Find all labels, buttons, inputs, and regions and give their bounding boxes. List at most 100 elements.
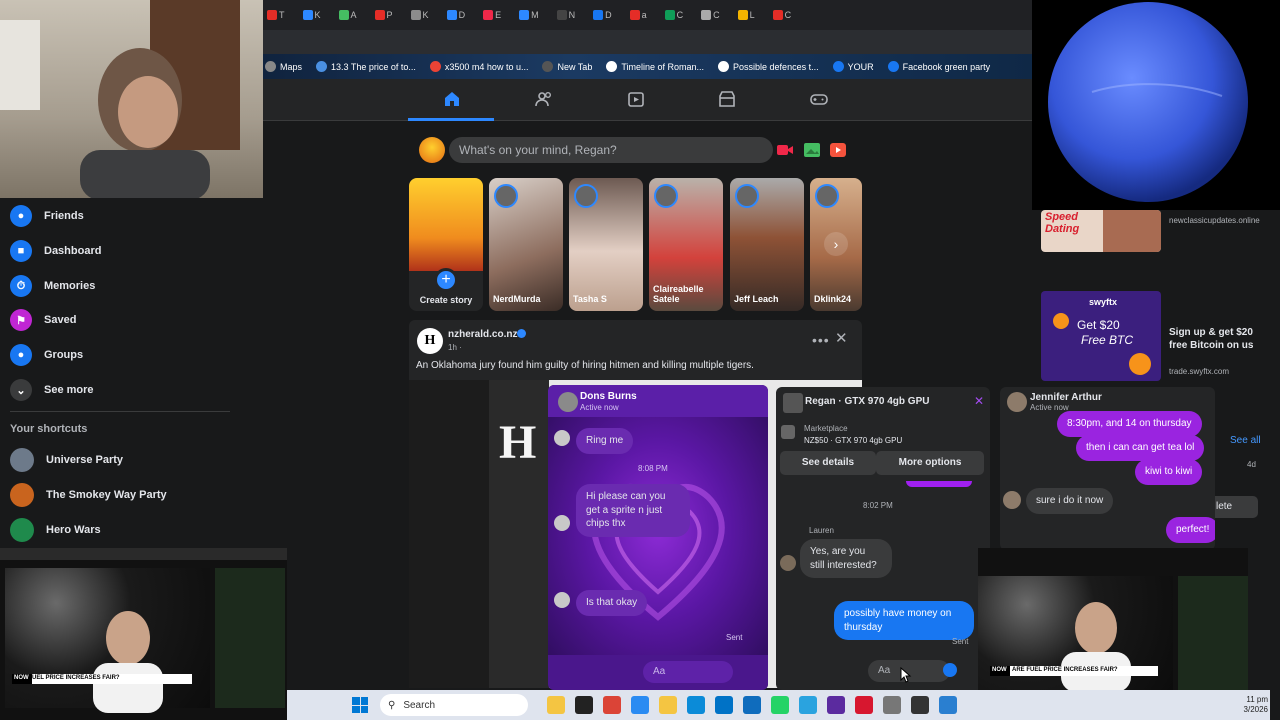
bookmark-item[interactable]: Facebook green party <box>887 61 990 72</box>
friends-nav-icon[interactable] <box>534 89 554 109</box>
bookmark-item[interactable]: YOUR <box>832 61 874 72</box>
ad1-domain[interactable]: newclassicupdates.online <box>1169 216 1264 226</box>
story-card[interactable]: Claireabelle Satele <box>649 178 723 311</box>
gaming-nav-icon[interactable] <box>809 89 829 109</box>
chat3-name[interactable]: Jennifer Arthur <box>1030 392 1102 403</box>
swyftx-ad-title[interactable]: Sign up & get $20 free Bitcoin on us <box>1169 326 1269 352</box>
story-avatar <box>815 184 839 208</box>
dons-burns-avatar[interactable] <box>558 392 578 412</box>
browser-tab[interactable]: K <box>410 10 443 20</box>
acrobat-icon[interactable] <box>855 696 873 714</box>
outlook-icon[interactable] <box>715 696 733 714</box>
bookmark-item[interactable]: Possible defences t... <box>718 61 819 72</box>
emoji-icon[interactable] <box>943 663 957 677</box>
bookmark-favicon-icon <box>429 61 441 72</box>
tab-favicon-icon <box>556 10 567 20</box>
marketplace-nav-icon[interactable] <box>717 89 737 109</box>
sidebar-item-dashboard[interactable]: ■ Dashboard <box>10 240 101 262</box>
nzherald-avatar[interactable]: H <box>417 328 443 354</box>
browser-tab[interactable]: D <box>593 10 626 20</box>
sidebar-item-memories[interactable]: ⏱ Memories <box>10 275 95 297</box>
browser-tab[interactable]: D <box>446 10 480 20</box>
story-card[interactable]: + Create story <box>409 178 483 311</box>
taskbar-search[interactable]: ⚲ Search <box>380 694 528 716</box>
chrome-icon[interactable] <box>603 696 621 714</box>
bookmark-item[interactable]: x3500 m4 how to u... <box>429 61 528 72</box>
close-post-icon[interactable]: ✕ <box>835 329 848 347</box>
see-details-button[interactable]: See details <box>780 451 876 475</box>
bookmark-item[interactable]: Maps <box>265 61 302 72</box>
folder-icon[interactable] <box>659 696 677 714</box>
tab-title: C <box>676 10 684 20</box>
create-story-plus-icon[interactable]: + <box>434 268 458 292</box>
gpu-thumbnail[interactable] <box>783 393 803 413</box>
chat1-message-input[interactable]: Aa <box>643 661 733 683</box>
calculator-icon[interactable] <box>743 696 761 714</box>
see-all-link[interactable]: See all <box>1230 435 1261 446</box>
sidebar-item-friends[interactable]: ● Friends <box>10 205 84 227</box>
photo-video-icon[interactable] <box>803 141 821 159</box>
composer-input[interactable]: What's on your mind, Regan? <box>449 137 773 163</box>
home-icon[interactable] <box>442 89 462 109</box>
bookmark-item[interactable]: 13.3 The price of to... <box>316 61 416 72</box>
browser-tab[interactable]: E <box>483 10 515 20</box>
chat1-name[interactable]: Dons Burns <box>580 391 637 402</box>
terminal-icon[interactable] <box>575 696 593 714</box>
shortcut-item[interactable]: Universe Party <box>10 448 123 472</box>
browser-tab[interactable]: C <box>664 10 698 20</box>
whatsapp-icon[interactable] <box>771 696 789 714</box>
speed-dating-ad-image[interactable]: Speed Dating <box>1041 210 1161 252</box>
chat2-name[interactable]: Regan · GTX 970 4gb GPU <box>805 396 929 407</box>
copilot-icon[interactable] <box>631 696 649 714</box>
stories-next-arrow-icon[interactable]: › <box>824 232 848 256</box>
reel-icon[interactable] <box>829 141 847 159</box>
swyftx-ad-image[interactable]: swyftx Get $20 Free BTC <box>1041 291 1161 381</box>
swyftx-ad-domain[interactable]: trade.swyftx.com <box>1169 367 1229 376</box>
shortcut-item[interactable]: Hero Wars <box>10 518 101 542</box>
chat2-close-icon[interactable]: ✕ <box>974 394 984 408</box>
browser-address-bar[interactable] <box>263 30 1033 54</box>
browser-tab[interactable]: C <box>772 10 806 20</box>
tab-favicon-icon <box>737 10 748 20</box>
telegram-icon[interactable] <box>799 696 817 714</box>
browser-tab[interactable]: P <box>374 10 407 20</box>
jennifer-avatar[interactable] <box>1007 392 1027 412</box>
edge-icon[interactable] <box>687 696 705 714</box>
browser-tab[interactable]: K <box>302 10 335 20</box>
webinar-thumbnail-left[interactable]: ARE FUEL PRICE INCREASES FAIR? NOW <box>0 548 287 720</box>
story-card[interactable]: Jeff Leach <box>730 178 804 311</box>
screen-icon[interactable] <box>939 696 957 714</box>
story-card[interactable]: Tasha S <box>569 178 643 311</box>
settings-icon[interactable] <box>883 696 901 714</box>
live-video-icon[interactable] <box>776 141 794 159</box>
browser-tab[interactable]: T <box>267 10 299 20</box>
browser-tab[interactable]: L <box>737 10 769 20</box>
bookmark-item[interactable]: New Tab <box>542 61 592 72</box>
more-options-button[interactable]: More options <box>876 451 984 475</box>
browser-tab[interactable]: N <box>556 10 590 20</box>
app-icon[interactable] <box>827 696 845 714</box>
story-card[interactable]: NerdMurda <box>489 178 563 311</box>
sidebar-item-saved[interactable]: ⚑ Saved <box>10 309 76 331</box>
obs-icon[interactable] <box>911 696 929 714</box>
bookmark-favicon-icon <box>265 61 276 72</box>
browser-tab[interactable]: C <box>701 10 734 20</box>
sidebar-item-see-more[interactable]: ⌄ See more <box>10 379 94 401</box>
file-explorer-icon[interactable] <box>547 696 565 714</box>
user-avatar[interactable] <box>419 137 445 163</box>
windows-start-icon[interactable] <box>352 697 368 713</box>
post-author[interactable]: nzherald.co.nz <box>448 329 517 340</box>
sidebar-item-groups[interactable]: ● Groups <box>10 344 83 366</box>
browser-tab[interactable]: M <box>519 10 553 20</box>
more-options-icon[interactable]: ••• <box>812 332 830 348</box>
sender-avatar-2 <box>554 515 570 531</box>
browser-tab[interactable]: a <box>629 10 661 20</box>
delete-button[interactable]: lete <box>1210 496 1258 518</box>
bookmark-item[interactable]: Timeline of Roman... <box>606 61 704 72</box>
browser-tab[interactable]: A <box>338 10 371 20</box>
marketplace-listing: NZ$50 · GTX 970 4gb GPU <box>804 436 903 445</box>
right-misc-4d: 4d <box>1247 460 1256 469</box>
shortcut-item[interactable]: The Smokey Way Party <box>10 483 167 507</box>
video-nav-icon[interactable] <box>626 89 646 109</box>
webinar-thumbnail-right[interactable]: ARE FUEL PRICE INCREASES FAIR? NOW <box>978 548 1248 690</box>
